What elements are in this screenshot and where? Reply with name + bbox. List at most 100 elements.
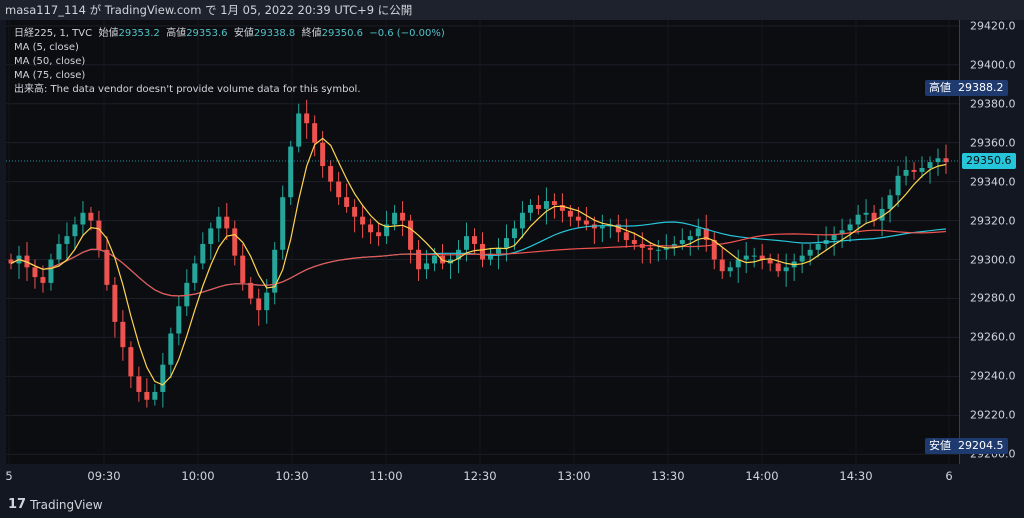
candle-body bbox=[519, 212, 525, 229]
candle-body bbox=[935, 158, 941, 163]
time-tick-label: 13:30 bbox=[651, 469, 685, 483]
candle-body bbox=[312, 123, 318, 143]
candle-body bbox=[416, 249, 422, 270]
price-axis[interactable]: 29420.0 29400.0 29380.0 29360.0 29340.0 29320… bbox=[925, 19, 1024, 464]
legend-ma50[interactable]: MA (50, close) bbox=[14, 55, 445, 69]
candle-body bbox=[208, 228, 214, 244]
candle-body bbox=[256, 298, 262, 311]
price-tick-label: 29320.0 bbox=[970, 214, 1016, 228]
low-badge-value: 29204.5 bbox=[958, 438, 1004, 452]
candle-body bbox=[743, 255, 749, 260]
legend-high-label: 高値 bbox=[166, 28, 187, 39]
candle-body bbox=[479, 243, 485, 260]
candle-body bbox=[727, 267, 733, 272]
price-tick-label: 29300.0 bbox=[970, 253, 1016, 267]
candle-body bbox=[88, 212, 94, 221]
footer-brand: TradingView bbox=[30, 497, 103, 512]
time-tick-label: 5 bbox=[5, 469, 13, 483]
time-tick-label: 14:30 bbox=[839, 469, 873, 483]
candle-body bbox=[400, 212, 406, 221]
candle-body bbox=[815, 243, 821, 250]
candle-body bbox=[280, 197, 286, 250]
candle-body bbox=[783, 267, 789, 272]
legend-high: 29353.6 bbox=[186, 28, 228, 39]
last-price-badge: 29350.6 bbox=[962, 152, 1016, 169]
candle-body bbox=[376, 232, 382, 237]
time-tick-label: 10:00 bbox=[181, 469, 215, 483]
candle-body bbox=[224, 216, 230, 229]
candle-body bbox=[368, 224, 374, 233]
candle-body bbox=[695, 228, 701, 237]
candle-body bbox=[503, 238, 509, 248]
time-tick-label: 12:30 bbox=[463, 469, 497, 483]
legend-close-label: 終値 bbox=[301, 28, 322, 39]
candle-body bbox=[72, 224, 78, 237]
legend-volume[interactable]: 出来高: The data vendor doesn't provide vol… bbox=[14, 83, 445, 97]
legend-ohlc-row: 日経225, 1, TVC 始値29353.2 高値29353.6 安値2933… bbox=[14, 27, 445, 41]
time-tick-label: 13:00 bbox=[557, 469, 591, 483]
candle-body bbox=[567, 210, 573, 217]
candle-body bbox=[192, 263, 198, 283]
candle-body bbox=[120, 321, 126, 348]
candle-body bbox=[751, 255, 757, 257]
candle-body bbox=[240, 255, 246, 283]
candle-body bbox=[392, 212, 398, 225]
candle-body bbox=[863, 212, 869, 215]
tradingview-logo[interactable]: 17 TradingView bbox=[8, 497, 103, 512]
candle-body bbox=[599, 226, 605, 229]
candle-body bbox=[40, 277, 46, 283]
candle-body bbox=[895, 175, 901, 196]
candle-body bbox=[432, 255, 438, 264]
candle-body bbox=[575, 216, 581, 221]
candle-body bbox=[176, 306, 182, 334]
legend-open-label: 始値 bbox=[98, 28, 119, 39]
legend: 日経225, 1, TVC 始値29353.2 高値29353.6 安値2933… bbox=[14, 27, 445, 97]
price-tick-label: 29220.0 bbox=[970, 408, 1016, 422]
candle-body bbox=[464, 236, 470, 250]
candle-body bbox=[264, 292, 270, 311]
candle-body bbox=[527, 205, 533, 213]
candle-body bbox=[336, 181, 342, 198]
candle-body bbox=[160, 364, 166, 392]
chart-pane[interactable]: 日経225, 1, TVC 始値29353.2 高値29353.6 安値2933… bbox=[6, 20, 959, 464]
candle-body bbox=[919, 168, 925, 172]
candle-body bbox=[887, 195, 893, 209]
low-badge-label: 安値 bbox=[929, 438, 951, 452]
candle-body bbox=[64, 236, 70, 244]
candle-body bbox=[655, 249, 661, 251]
time-tick-label: 09:30 bbox=[87, 469, 121, 483]
price-tick-label: 29280.0 bbox=[970, 291, 1016, 305]
legend-ma5[interactable]: MA (5, close) bbox=[14, 41, 445, 55]
time-tick-label: 11:00 bbox=[369, 469, 403, 483]
candle-body bbox=[112, 284, 118, 322]
candle-body bbox=[200, 243, 206, 264]
price-tick-label: 29340.0 bbox=[970, 175, 1016, 189]
candle-body bbox=[128, 347, 134, 377]
time-tick-label: 14:00 bbox=[745, 469, 779, 483]
last-badge-value: 29350.6 bbox=[966, 153, 1012, 167]
candle-body bbox=[799, 255, 805, 262]
time-axis[interactable]: 5 09:30 10:00 10:30 11:00 12:30 13:00 13:30 14:0… bbox=[5, 464, 1024, 488]
legend-symbol: 日経225, 1, TVC bbox=[14, 28, 93, 39]
candle-body bbox=[104, 249, 110, 285]
candle-body bbox=[903, 169, 909, 176]
candle-body bbox=[623, 232, 629, 241]
candle-body bbox=[296, 113, 302, 147]
legend-ma75[interactable]: MA (75, close) bbox=[14, 69, 445, 83]
candle-body bbox=[136, 376, 142, 392]
tv-logo-icon: 17 bbox=[8, 497, 27, 512]
low-price-badge: 安値 29204.5 bbox=[925, 437, 1008, 454]
candle-body bbox=[152, 391, 158, 400]
candle-body bbox=[80, 212, 86, 225]
candle-body bbox=[927, 162, 933, 168]
candle-body bbox=[56, 243, 62, 260]
candle-body bbox=[543, 201, 549, 209]
publish-header: masa117_114 が TradingView.com で 1月 05, 2… bbox=[0, 0, 1024, 20]
candle-body bbox=[511, 228, 517, 239]
price-tick-label: 29400.0 bbox=[970, 58, 1016, 72]
candle-body bbox=[288, 146, 294, 198]
candle-body bbox=[408, 220, 414, 250]
high-badge-label: 高値 bbox=[929, 80, 951, 94]
legend-low-label: 安値 bbox=[233, 28, 254, 39]
high-price-badge: 高値 29388.2 bbox=[925, 79, 1008, 96]
